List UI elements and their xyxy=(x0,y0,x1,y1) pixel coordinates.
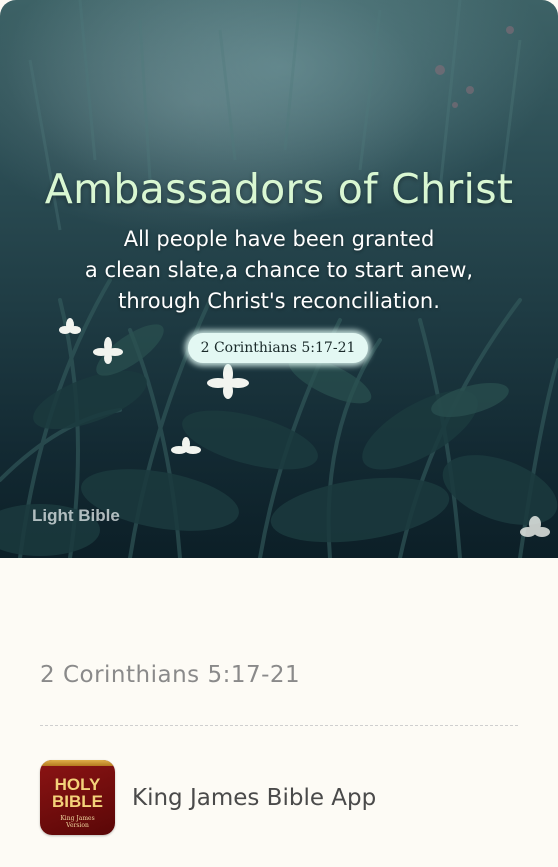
icon-text-holy: HOLY xyxy=(54,775,101,794)
verse-line-2: a clean slate,a chance to start anew, xyxy=(84,258,474,282)
icon-subtitle: King James Version xyxy=(40,815,115,829)
icon-text-bible: BIBLE xyxy=(52,792,103,811)
icon-subtitle-line-2: Version xyxy=(66,822,89,829)
app-attribution[interactable]: HOLY BIBLE King James Version King James… xyxy=(40,760,376,835)
icon-subtitle-line-1: King James xyxy=(60,815,95,822)
verse-title: Ambassadors of Christ xyxy=(44,165,514,213)
app-name[interactable]: King James Bible App xyxy=(132,785,376,811)
reference-pill: 2 Corinthians 5:17-21 xyxy=(188,333,368,363)
verse-text: All people have been granted a clean sla… xyxy=(0,224,558,317)
verse-card: Ambassadors of Christ All people have be… xyxy=(0,0,558,867)
dashed-divider xyxy=(40,725,518,726)
scripture-reference[interactable]: 2 Corinthians 5:17-21 xyxy=(40,662,300,688)
hero-image: Ambassadors of Christ All people have be… xyxy=(0,0,558,558)
bible-app-icon[interactable]: HOLY BIBLE King James Version xyxy=(40,760,115,835)
icon-gold-bar xyxy=(40,760,115,766)
watermark-light-bible: Light Bible xyxy=(32,506,120,525)
verse-line-3: through Christ's reconciliation. xyxy=(118,289,440,313)
verse-line-1: All people have been granted xyxy=(123,227,435,251)
